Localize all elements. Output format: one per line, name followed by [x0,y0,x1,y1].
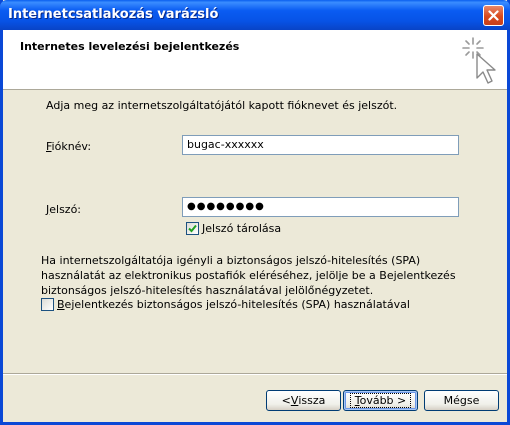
remember-password-label[interactable]: Jelszó tárolása [202,222,281,235]
close-button[interactable] [483,5,504,26]
spa-checkbox[interactable] [41,298,54,311]
checkmark-icon [188,224,197,233]
close-icon [488,10,499,21]
next-button[interactable]: Tovább > [343,390,418,411]
wizard-window: Internetcsatlakozás varázsló Internetes … [0,0,510,425]
back-button[interactable]: < Vissza [266,390,341,411]
window-title: Internetcsatlakozás varázsló [8,7,219,22]
wizard-header: Internetes levelezési bejelentkezés [3,30,507,90]
password-label: Jelszó: [46,203,82,216]
spa-label[interactable]: Bejelentkezés biztonságos jelszó-hiteles… [57,298,410,311]
account-name-input[interactable]: bugac-xxxxxx [182,135,459,155]
cancel-button[interactable]: Mégse [424,390,499,411]
account-name-label: Fióknév: [46,140,92,153]
wizard-cursor-icon [462,37,496,84]
page-title: Internetes levelezési bejelentkezés [20,40,240,53]
divider [3,373,507,375]
password-input[interactable]: ●●●●●●●● [182,197,459,217]
remember-password-checkbox[interactable] [186,222,199,235]
instruction-text: Adja meg az internetszolgáltatójától kap… [46,99,398,112]
title-bar[interactable]: Internetcsatlakozás varázsló [0,0,510,30]
spa-info-text: Ha internetszolgáltatója igényli a bizto… [41,254,456,297]
